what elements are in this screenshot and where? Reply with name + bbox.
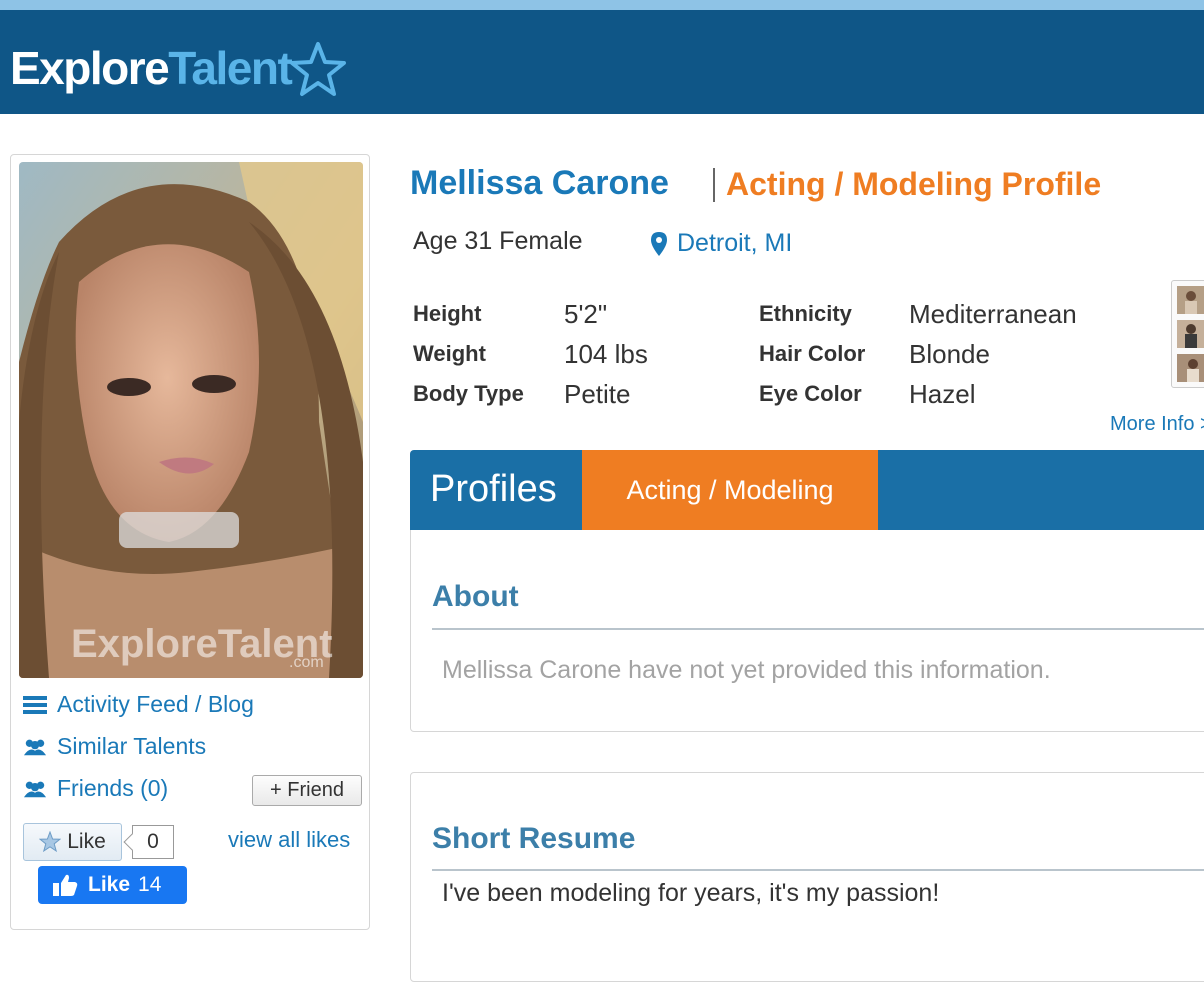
short-resume-divider [432,869,1204,871]
users-icon [23,739,47,755]
short-resume-panel: Short Resume I've been modeling for year… [410,772,1204,982]
attr-label-hair-color: Hair Color [759,341,866,366]
short-resume-title: Short Resume [432,822,636,855]
add-friend-button[interactable]: + Friend [252,775,362,806]
title-separator [713,168,715,202]
activity-feed-link[interactable]: Activity Feed / Blog [23,691,254,718]
activity-feed-label: Activity Feed / Blog [57,691,254,717]
users-icon [23,781,47,797]
attr-label-height: Height [413,301,482,326]
profile-photo[interactable]: ExploreTalent .com [19,162,363,678]
age-gender: Age 31 Female [413,227,583,255]
logo-talent-text: Talent [168,42,293,94]
profiles-tab-bar: Profiles Acting / Modeling [410,450,1204,530]
facebook-like-label: Like [88,873,131,896]
about-title: About [432,580,519,613]
profile-name: Mellissa Carone [410,164,669,202]
attr-label-eye-color: Eye Color [759,381,862,406]
attr-label-weight: Weight [413,341,486,366]
friends-label: Friends (0) [57,775,169,801]
more-info-link[interactable]: More Info > [1110,413,1204,436]
photo-thumbnail[interactable] [1177,286,1204,314]
attr-value-height: 5'2" [564,299,608,329]
list-icon [23,695,47,714]
facebook-like-button[interactable]: Like 14 [38,866,187,904]
attr-value-ethnicity: Mediterranean [909,299,1077,329]
like-button-label: Like [67,830,106,853]
photo-thumbnail[interactable] [1177,320,1204,348]
about-divider [432,628,1204,630]
thumbs-up-icon [53,874,78,896]
profiles-heading: Profiles [430,468,557,510]
similar-talents-label: Similar Talents [57,733,207,759]
view-all-likes-link[interactable]: view all likes [228,827,350,853]
friends-link[interactable]: Friends (0) [23,775,168,802]
attr-label-ethnicity: Ethnicity [759,301,852,326]
star-icon [39,831,62,853]
map-pin-icon [651,231,667,256]
profile-type-title: Acting / Modeling Profile [726,166,1102,202]
similar-talents-link[interactable]: Similar Talents [23,733,206,760]
like-button[interactable]: Like [23,823,122,861]
site-header: Explore Talent [0,10,1204,114]
about-text: Mellissa Carone have not yet provided th… [442,656,1051,684]
site-logo[interactable]: Explore Talent [10,38,347,98]
star-outline-icon [290,42,347,96]
attr-value-weight: 104 lbs [564,339,648,369]
attr-value-eye-color: Hazel [909,379,976,409]
short-resume-text: I've been modeling for years, it's my pa… [442,879,940,907]
attr-value-hair-color: Blonde [909,339,990,369]
photo-watermark-sub: .com [289,654,324,671]
about-panel: About Mellissa Carone have not yet provi… [410,530,1204,732]
attr-value-body-type: Petite [564,379,631,409]
profile-sidebar-card: ExploreTalent .com Activity Feed / Blog … [10,154,370,930]
photo-thumbnails [1171,280,1204,388]
top-accent-strip [0,0,1204,10]
attr-label-body-type: Body Type [413,381,524,406]
facebook-like-count: 14 [138,873,162,896]
tab-acting-modeling[interactable]: Acting / Modeling [582,450,878,530]
photo-thumbnail[interactable] [1177,354,1204,382]
location-link[interactable]: Detroit, MI [651,229,792,258]
logo-explore-text: Explore [10,42,170,94]
like-count: 0 [132,825,174,859]
location-label: Detroit, MI [677,229,793,257]
